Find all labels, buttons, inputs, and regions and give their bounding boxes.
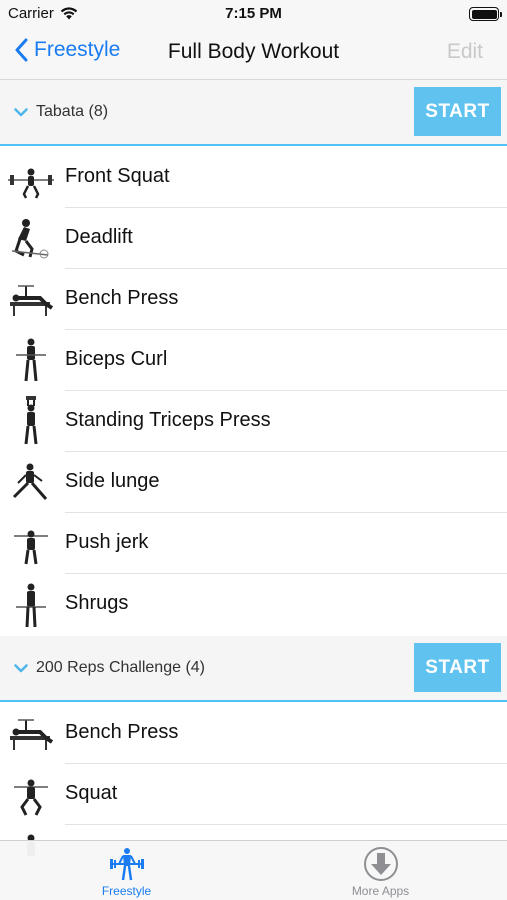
exercise-row-shrugs[interactable]: Shrugs bbox=[0, 574, 507, 635]
exercise-name: Push jerk bbox=[65, 531, 149, 553]
section-title-group: 200 Reps Challenge (4) bbox=[14, 659, 205, 677]
exercise-row-standing-triceps-press[interactable]: Standing Triceps Press bbox=[0, 391, 507, 452]
section-header-tabata[interactable]: Tabata (8) START bbox=[0, 80, 507, 146]
deadlift-thumbnail-icon bbox=[11, 219, 49, 259]
exercise-name: Standing Triceps Press bbox=[65, 409, 271, 431]
edit-button[interactable]: Edit bbox=[447, 40, 483, 64]
tab-more-apps[interactable]: More Apps bbox=[254, 841, 507, 900]
chevron-down-icon bbox=[14, 663, 28, 672]
exercise-name: Squat bbox=[65, 782, 118, 804]
exercise-name: Biceps Curl bbox=[65, 348, 168, 370]
exercise-row-bench-press[interactable]: Bench Press bbox=[0, 269, 507, 330]
exercise-row-deadlift[interactable]: Deadlift bbox=[0, 208, 507, 269]
start-button-200-reps[interactable]: START bbox=[414, 643, 501, 692]
side-lunge-thumbnail-icon bbox=[12, 463, 48, 500]
exercise-row-front-squat[interactable]: Front Squat bbox=[0, 147, 507, 208]
section-title: Tabata (8) bbox=[36, 103, 109, 120]
biceps-curl-thumbnail-icon bbox=[16, 338, 46, 382]
exercise-name: Front Squat bbox=[65, 165, 170, 187]
bench-press-thumbnail-icon bbox=[10, 285, 54, 316]
weightlifter-icon bbox=[109, 848, 144, 881]
exercise-row-side-lunge[interactable]: Side lunge bbox=[0, 452, 507, 513]
chevron-down-icon bbox=[14, 107, 28, 116]
section-header-200-reps[interactable]: 200 Reps Challenge (4) START bbox=[0, 636, 507, 702]
exercise-row-squat[interactable]: Squat bbox=[0, 764, 507, 825]
push-jerk-thumbnail-icon bbox=[14, 530, 48, 565]
exercise-row-bench-press[interactable]: Bench Press bbox=[0, 703, 507, 764]
front-squat-thumbnail-icon bbox=[8, 168, 54, 199]
exercise-name: Deadlift bbox=[65, 226, 133, 248]
tab-bar: Freestyle More Apps bbox=[0, 840, 507, 900]
section-title-group: Tabata (8) bbox=[14, 103, 108, 121]
exercise-name: Bench Press bbox=[65, 721, 179, 743]
navigation-bar: Freestyle Full Body Workout Edit bbox=[0, 26, 507, 80]
download-circle-icon bbox=[363, 847, 398, 881]
status-time: 7:15 PM bbox=[225, 5, 282, 22]
status-bar: Carrier 7:15 PM bbox=[0, 0, 507, 26]
section-title: 200 Reps Challenge (4) bbox=[36, 659, 205, 676]
battery-icon bbox=[469, 7, 502, 21]
tab-label: More Apps bbox=[351, 884, 410, 898]
exercise-row-biceps-curl[interactable]: Biceps Curl bbox=[0, 330, 507, 391]
tab-freestyle[interactable]: Freestyle bbox=[0, 841, 253, 900]
squat-thumbnail-icon bbox=[14, 779, 48, 816]
bench-press-thumbnail-icon bbox=[10, 719, 54, 750]
triceps-press-thumbnail-icon bbox=[24, 396, 38, 445]
exercise-row-push-jerk[interactable]: Push jerk bbox=[0, 513, 507, 574]
shrugs-thumbnail-icon bbox=[16, 583, 46, 628]
page-title: Full Body Workout bbox=[167, 40, 340, 63]
exercise-name: Bench Press bbox=[65, 287, 179, 309]
exercise-name: Side lunge bbox=[65, 470, 160, 492]
start-button-tabata[interactable]: START bbox=[414, 87, 501, 136]
tab-label: Freestyle bbox=[101, 884, 152, 898]
exercise-name: Shrugs bbox=[65, 592, 129, 614]
